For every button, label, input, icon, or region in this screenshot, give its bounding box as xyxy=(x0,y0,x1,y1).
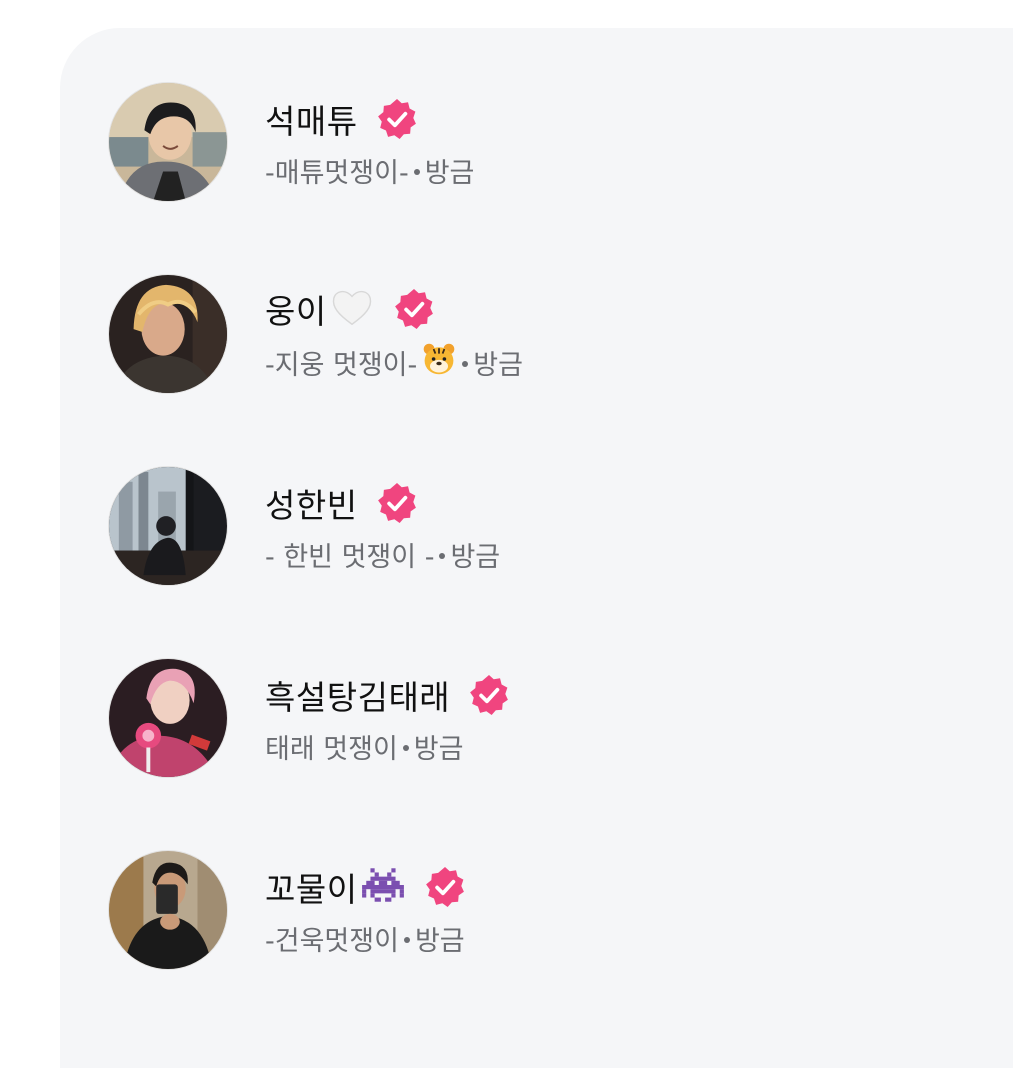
timestamp: 방금 xyxy=(414,925,465,957)
friend-name: 석매튜 xyxy=(265,101,358,141)
friend-row[interactable]: 석매튜 -매튜멋쟁이- 방금 xyxy=(108,82,474,202)
timestamp: 방금 xyxy=(450,541,501,573)
verified-badge-icon xyxy=(468,674,510,716)
avatar-photo xyxy=(109,851,227,969)
friend-name: 웅이 xyxy=(265,291,327,331)
verified-badge-icon xyxy=(424,866,466,908)
avatar-photo xyxy=(109,83,227,201)
separator-dot xyxy=(402,745,409,751)
timestamp: 방금 xyxy=(424,157,475,189)
tiger-face-icon xyxy=(421,341,457,384)
friend-name: 흑설탕김태래 xyxy=(265,677,451,717)
timestamp: 방금 xyxy=(413,733,464,765)
status-message: -매튜멋쟁이- xyxy=(265,157,409,189)
separator-dot xyxy=(462,361,469,367)
avatar-photo xyxy=(109,659,227,777)
timestamp: 방금 xyxy=(473,349,523,381)
space-invader-icon xyxy=(360,866,406,908)
friend-list-panel: 석매튜 -매튜멋쟁이- 방금 웅이 -지웅 멋쟁이- 방금 성한빈 - 한빈 멋… xyxy=(60,28,1013,1068)
verified-badge-icon xyxy=(393,288,435,330)
avatar[interactable] xyxy=(108,658,228,778)
white-heart-icon xyxy=(329,284,375,334)
friend-name: 꼬물이 xyxy=(265,869,358,909)
status-message: -건욱멋쟁이 xyxy=(265,925,399,957)
avatar-photo xyxy=(109,467,227,585)
separator-dot xyxy=(439,553,446,559)
status-message: 태래 멋쟁이 xyxy=(265,733,398,765)
verified-badge-icon xyxy=(376,98,418,140)
status-message: - 한빈 멋쟁이 - xyxy=(265,541,435,573)
friend-row[interactable]: 성한빈 - 한빈 멋쟁이 - 방금 xyxy=(108,466,500,586)
avatar[interactable] xyxy=(108,466,228,586)
friend-row[interactable]: 웅이 -지웅 멋쟁이- 방금 xyxy=(108,274,523,394)
avatar-photo xyxy=(109,275,227,393)
avatar[interactable] xyxy=(108,82,228,202)
verified-badge-icon xyxy=(376,482,418,524)
separator-dot xyxy=(403,937,410,943)
friend-row[interactable]: 꼬물이 -건욱멋쟁이 방금 xyxy=(108,850,466,970)
status-message: -지웅 멋쟁이- xyxy=(265,349,418,381)
friend-row[interactable]: 흑설탕김태래 태래 멋쟁이 방금 xyxy=(108,658,510,778)
avatar[interactable] xyxy=(108,850,228,970)
separator-dot xyxy=(413,169,420,175)
avatar[interactable] xyxy=(108,274,228,394)
friend-name: 성한빈 xyxy=(265,485,358,525)
